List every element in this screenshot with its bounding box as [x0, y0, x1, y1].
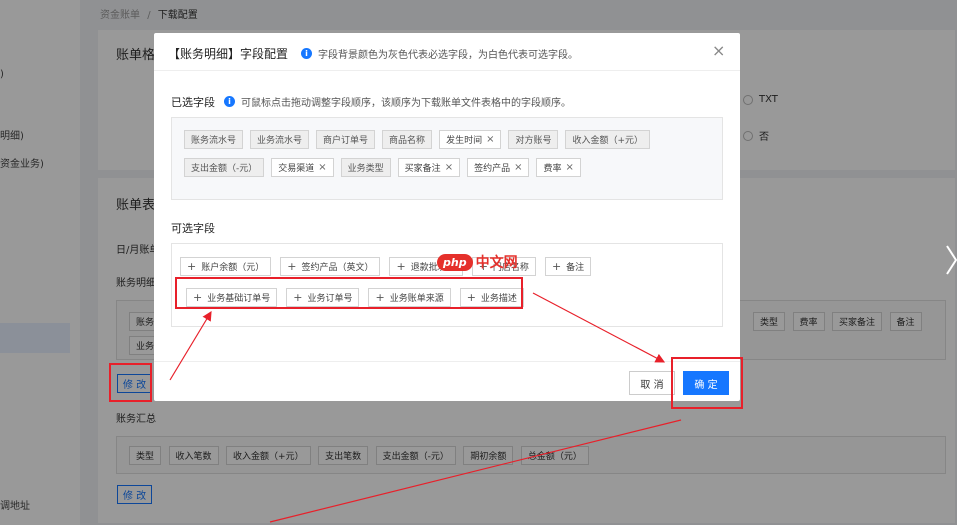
optional-field-label: 账户余额（元）: [201, 263, 265, 273]
selected-field-label: 业务类型: [347, 164, 384, 174]
annotation-box-confirm: [671, 357, 743, 409]
plus-icon: +: [396, 260, 406, 273]
optional-field-label: 备注: [566, 263, 585, 273]
dialog-title: 【账务明细】字段配置: [168, 47, 289, 61]
selected-fields-tip-text: 可鼠标点击拖动调整字段顺序，该顺序为下载账单文件表格中的字段顺序。: [241, 98, 571, 109]
dialog-tip-text: 字段背景颜色为灰色代表必选字段，为白色代表可选字段。: [318, 50, 578, 61]
close-icon[interactable]: ×: [712, 41, 725, 60]
selected-field-label: 支出金额（-元）: [191, 164, 258, 174]
remove-icon[interactable]: ×: [514, 162, 522, 173]
optional-field-tag[interactable]: + 账户余额（元）: [180, 257, 272, 276]
selected-field-tag[interactable]: 发生时间 ×: [439, 130, 502, 149]
selected-field-label: 交易渠道: [278, 164, 315, 174]
annotation-box-optional: [175, 277, 523, 309]
selected-field-tag[interactable]: 费率 ×: [536, 158, 581, 177]
selected-field-tag[interactable]: 商品名称: [382, 130, 433, 149]
selected-field-tag[interactable]: 业务类型: [340, 158, 391, 177]
field-config-dialog: 【账务明细】字段配置 i 字段背景颜色为灰色代表必选字段，为白色代表可选字段。 …: [154, 33, 740, 401]
selected-field-tag[interactable]: 支出金额（-元）: [184, 158, 265, 177]
selected-field-tag[interactable]: 业务流水号: [250, 130, 310, 149]
info-icon: i: [301, 48, 312, 59]
selected-field-label: 费率: [543, 164, 562, 174]
selected-field-label: 商户订单号: [323, 136, 369, 146]
remove-icon[interactable]: ×: [566, 162, 574, 173]
selected-fields-row: 支出金额（-元） 交易渠道 × 业务类型 买家备注 × 签约产品 × 费率 ×: [184, 158, 710, 177]
remove-icon[interactable]: ×: [445, 162, 453, 173]
optional-field-tag[interactable]: + 签约产品（英文）: [280, 257, 381, 276]
selected-fields-row: 账务流水号 业务流水号 商户订单号 商品名称 发生时间 × 对方账号 收入金额（+元）: [184, 130, 710, 149]
selected-field-tag[interactable]: 收入金额（+元）: [565, 130, 651, 149]
watermark: php 中文网: [437, 252, 518, 272]
selected-field-tag[interactable]: 交易渠道 ×: [271, 158, 334, 177]
optional-fields-title: 可选字段: [171, 222, 215, 235]
selected-field-label: 对方账号: [515, 136, 552, 146]
selected-field-label: 收入金额（+元）: [572, 136, 644, 146]
selected-field-tag[interactable]: 商户订单号: [316, 130, 376, 149]
chevron-right-icon[interactable]: [944, 240, 957, 280]
watermark-badge: php: [437, 253, 473, 271]
plus-icon: +: [187, 260, 197, 273]
selected-field-label: 发生时间: [446, 136, 483, 146]
selected-field-tag[interactable]: 签约产品 ×: [467, 158, 530, 177]
annotation-box-modify: [109, 363, 152, 402]
selected-field-label: 业务流水号: [257, 136, 303, 146]
remove-icon[interactable]: ×: [486, 134, 494, 145]
selected-field-label: 商品名称: [389, 136, 426, 146]
selected-fields-tip: i 可鼠标点击拖动调整字段顺序，该顺序为下载账单文件表格中的字段顺序。: [224, 94, 571, 109]
cancel-button[interactable]: 取 消: [629, 371, 675, 395]
selected-fields-box[interactable]: 账务流水号 业务流水号 商户订单号 商品名称 发生时间 × 对方账号 收入金额（+元） 支出金…: [171, 117, 723, 200]
remove-icon[interactable]: ×: [318, 162, 326, 173]
watermark-text: 中文网: [475, 255, 518, 271]
selected-field-tag[interactable]: 对方账号: [508, 130, 559, 149]
plus-icon: +: [287, 260, 297, 273]
selected-field-tag[interactable]: 账务流水号: [184, 130, 244, 149]
selected-field-label: 买家备注: [404, 164, 441, 174]
selected-field-label: 账务流水号: [191, 136, 237, 146]
dialog-header: 【账务明细】字段配置 i 字段背景颜色为灰色代表必选字段，为白色代表可选字段。 …: [154, 33, 740, 71]
selected-field-tag[interactable]: 买家备注 ×: [397, 158, 461, 177]
optional-field-tag[interactable]: + 备注: [544, 257, 592, 276]
info-icon: i: [224, 96, 235, 107]
plus-icon: +: [551, 260, 562, 273]
optional-field-label: 签约产品（英文）: [301, 263, 374, 273]
selected-fields-title: 已选字段: [171, 96, 215, 109]
dialog-tip: i 字段背景颜色为灰色代表必选字段，为白色代表可选字段。: [301, 46, 578, 61]
selected-field-label: 签约产品: [474, 164, 511, 174]
